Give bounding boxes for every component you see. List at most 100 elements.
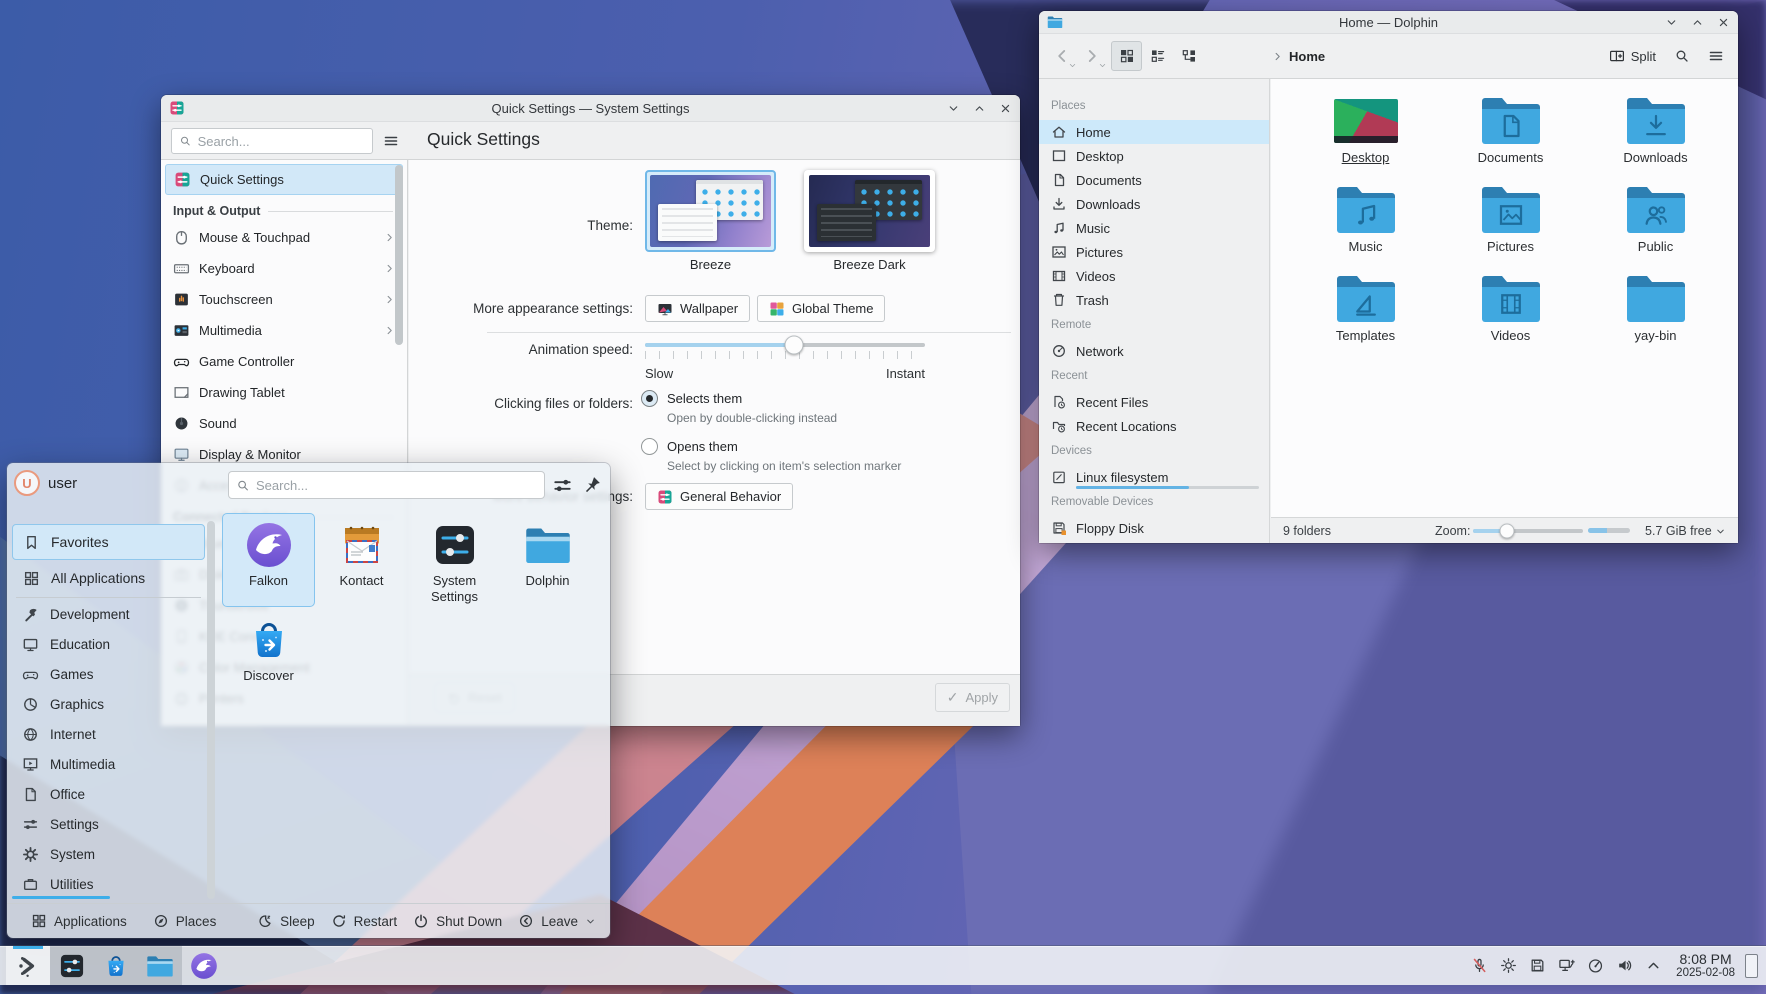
- icons-view-button[interactable]: [1111, 41, 1142, 71]
- places-item[interactable]: Videos: [1039, 264, 1269, 288]
- session-action[interactable]: Leave: [518, 913, 596, 929]
- forward-button[interactable]: [1077, 41, 1107, 71]
- launcher-category[interactable]: Settings: [12, 809, 205, 839]
- places-item[interactable]: Network: [1039, 339, 1269, 363]
- settings-category-item[interactable]: Drawing Tablet: [165, 377, 403, 408]
- pin-icon[interactable]: [583, 475, 602, 494]
- settings-category-item[interactable]: Sound: [165, 408, 403, 439]
- chevron-down-icon[interactable]: [585, 916, 596, 927]
- apply-button[interactable]: ✓ Apply: [935, 683, 1010, 712]
- search-input[interactable]: [256, 478, 537, 493]
- launcher-category[interactable]: Education: [12, 629, 205, 659]
- settings-category-item[interactable]: Quick Settings: [165, 164, 403, 195]
- app-tile[interactable]: System Settings: [408, 513, 501, 607]
- folder-item[interactable]: Videos: [1438, 267, 1583, 356]
- appearance-settings-button[interactable]: Wallpaper: [645, 295, 750, 322]
- network-icon[interactable]: [1558, 957, 1575, 974]
- launcher-nav-item[interactable]: All Applications: [12, 560, 205, 596]
- launcher-category[interactable]: Multimedia: [12, 749, 205, 779]
- launcher-category[interactable]: Graphics: [12, 689, 205, 719]
- chevron-down-icon[interactable]: [1715, 526, 1726, 537]
- breadcrumb-home[interactable]: Home: [1289, 49, 1325, 64]
- places-item[interactable]: Downloads: [1039, 192, 1269, 216]
- slider-handle[interactable]: [1500, 524, 1515, 539]
- folder-item[interactable]: Music: [1293, 178, 1438, 267]
- app-tile[interactable]: Discover: [222, 608, 315, 702]
- session-action[interactable]: Shut Down: [413, 913, 502, 929]
- footer-tab[interactable]: Places: [153, 913, 217, 929]
- places-item[interactable]: Floppy Disk: [1039, 516, 1269, 540]
- minimize-icon[interactable]: [1665, 16, 1678, 29]
- places-item[interactable]: Trash: [1039, 288, 1269, 312]
- digital-clock[interactable]: 8:08 PM 2025-02-08: [1676, 951, 1735, 980]
- folder-item[interactable]: Desktop: [1293, 89, 1438, 178]
- details-view-button[interactable]: [1142, 41, 1173, 71]
- launcher-button[interactable]: [6, 946, 50, 985]
- folder-item[interactable]: yay-bin: [1583, 267, 1728, 356]
- minimize-icon[interactable]: [947, 102, 960, 115]
- launcher-category[interactable]: Games: [12, 659, 205, 689]
- app-tile[interactable]: Kontact: [315, 513, 408, 607]
- places-item[interactable]: Linux filesystem: [1039, 465, 1269, 489]
- places-item[interactable]: Recent Files: [1039, 390, 1269, 414]
- search-input[interactable]: [198, 134, 365, 149]
- launcher-search-box[interactable]: [228, 471, 545, 499]
- desktop[interactable]: Quick Settings — System Settings Quick S…: [0, 0, 1766, 994]
- breadcrumb[interactable]: Home: [1272, 49, 1325, 64]
- launcher-nav-item[interactable]: Favorites: [12, 524, 205, 560]
- system-monitor-icon[interactable]: [1587, 957, 1604, 974]
- folder-item[interactable]: Documents: [1438, 89, 1583, 178]
- settings-category-item[interactable]: Keyboard: [165, 253, 403, 284]
- launcher-category[interactable]: Development: [12, 599, 205, 629]
- settings-category-item[interactable]: Touchscreen: [165, 284, 403, 315]
- folder-item[interactable]: Templates: [1293, 267, 1438, 356]
- maximize-icon[interactable]: [973, 102, 986, 115]
- expand-tray-icon[interactable]: [1645, 957, 1662, 974]
- close-icon[interactable]: [999, 102, 1012, 115]
- close-icon[interactable]: [1717, 16, 1730, 29]
- overflow-menu-button[interactable]: [379, 129, 403, 153]
- tree-view-button[interactable]: [1173, 41, 1204, 71]
- theme-option[interactable]: Breeze: [645, 170, 776, 272]
- launcher-category[interactable]: Internet: [12, 719, 205, 749]
- places-item[interactable]: Pictures: [1039, 240, 1269, 264]
- app-tile[interactable]: Falkon: [222, 513, 315, 607]
- settings-search-box[interactable]: [171, 128, 373, 154]
- session-action[interactable]: Restart: [331, 913, 398, 929]
- app-tile[interactable]: Dolphin: [501, 513, 594, 607]
- task-dolphin[interactable]: [138, 946, 182, 985]
- places-item[interactable]: Music: [1039, 216, 1269, 240]
- places-item[interactable]: Desktop: [1039, 144, 1269, 168]
- general-behavior-button[interactable]: General Behavior: [645, 483, 793, 510]
- disk-quota-icon[interactable]: [1529, 957, 1546, 974]
- folder-view[interactable]: Desktop Documents: [1271, 79, 1738, 517]
- places-item[interactable]: Recent Locations: [1039, 414, 1269, 438]
- radio-button[interactable]: [641, 390, 658, 407]
- settings-category-item[interactable]: Multimedia: [165, 315, 403, 346]
- launcher-category[interactable]: Utilities: [12, 869, 205, 899]
- launcher-category[interactable]: System: [12, 839, 205, 869]
- task-system-settings[interactable]: [50, 946, 94, 985]
- chevron-down-icon[interactable]: [1068, 61, 1077, 70]
- search-button[interactable]: [1668, 42, 1696, 70]
- user-avatar[interactable]: U: [14, 470, 40, 496]
- launcher-scrollbar[interactable]: [207, 521, 215, 899]
- places-item[interactable]: Documents: [1039, 168, 1269, 192]
- titlebar[interactable]: Home — Dolphin: [1039, 11, 1738, 34]
- folder-item[interactable]: Pictures: [1438, 178, 1583, 267]
- microphone-muted-icon[interactable]: [1471, 957, 1488, 974]
- task-falkon[interactable]: [182, 946, 226, 985]
- back-button[interactable]: [1047, 41, 1077, 71]
- zoom-slider[interactable]: [1473, 529, 1583, 533]
- show-desktop-button[interactable]: [1745, 954, 1758, 978]
- maximize-icon[interactable]: [1691, 16, 1704, 29]
- configure-icon[interactable]: [552, 475, 573, 496]
- radio-button[interactable]: [641, 438, 658, 455]
- titlebar[interactable]: Quick Settings — System Settings: [161, 95, 1020, 122]
- launcher-category[interactable]: Office: [12, 779, 205, 809]
- places-item[interactable]: Home: [1039, 120, 1269, 144]
- footer-tab[interactable]: Applications: [31, 913, 127, 929]
- sidebar-scrollbar[interactable]: [395, 165, 403, 345]
- session-action[interactable]: Sleep: [257, 913, 315, 929]
- settings-category-item[interactable]: Mouse & Touchpad: [165, 222, 403, 253]
